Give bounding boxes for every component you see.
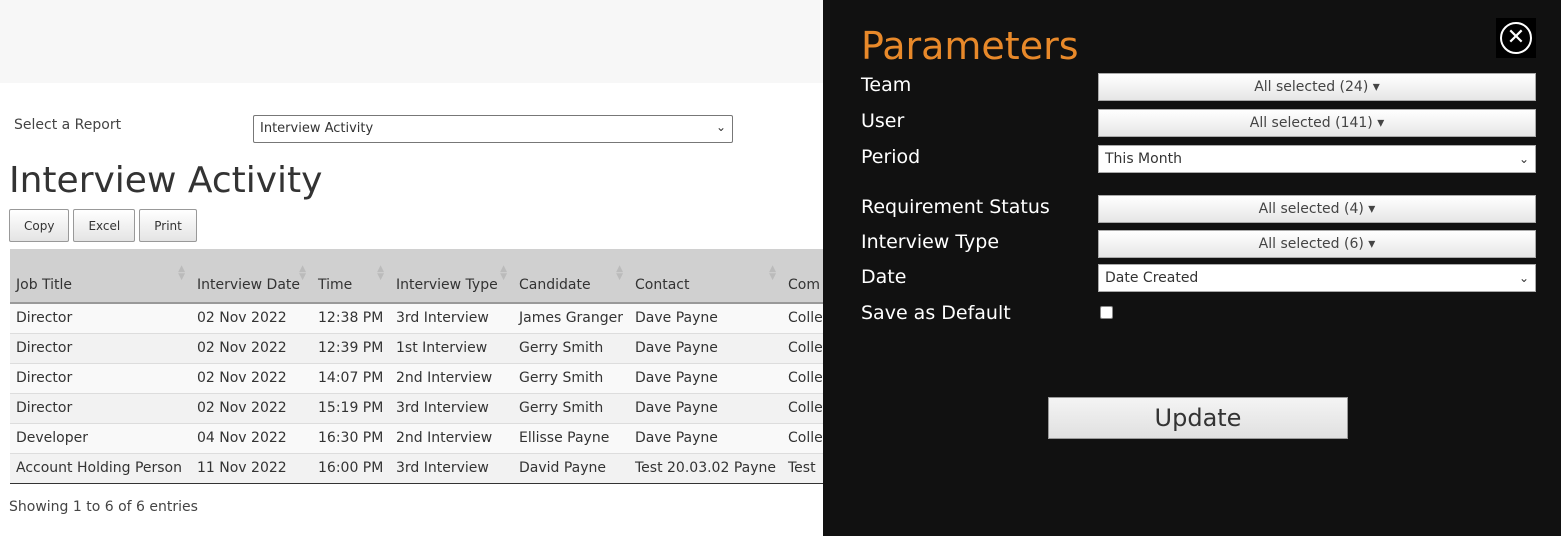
table-cell: 02 Nov 2022 [191, 362, 312, 393]
parameters-panel: Parameters ✕ Team All selected (24) ▾ Us… [823, 0, 1561, 536]
user-label: User [861, 110, 905, 132]
table-cell: 04 Nov 2022 [191, 422, 312, 453]
table-row: Director 02 Nov 2022 14:07 PM 2nd Interview… [10, 362, 840, 393]
sort-icon: ▲ ▼ [299, 264, 306, 282]
sort-icon: ▲ ▼ [616, 264, 623, 282]
table-cell: 02 Nov 2022 [191, 332, 312, 363]
save-default-checkbox[interactable] [1100, 306, 1113, 319]
date-select[interactable]: Date Created ⌄ [1098, 264, 1536, 292]
sort-icon: ▲ ▼ [178, 264, 185, 282]
table-cell: 02 Nov 2022 [191, 302, 312, 333]
interview-type-label: Interview Type [861, 231, 1000, 253]
table-cell: Dave Payne [629, 362, 782, 393]
report-select-value: Interview Activity [260, 121, 374, 136]
interview-table: Job Title ▲ ▼ Interview Date ▲ ▼ Time ▲ ▼ Inte… [10, 249, 840, 484]
table-cell: 3rd Interview [390, 392, 513, 423]
table-cell: Ellisse Payne [513, 422, 629, 453]
table-row: Director 02 Nov 2022 12:38 PM 3rd Interview… [10, 302, 840, 333]
sort-icon: ▲ ▼ [769, 264, 776, 282]
table-cell: Director [10, 302, 191, 333]
print-button[interactable]: Print [139, 209, 197, 242]
interview-type-multiselect[interactable]: All selected (6) ▾ [1098, 230, 1536, 258]
column-header-candidate[interactable]: Candidate ▲ ▼ [513, 249, 629, 304]
close-button[interactable]: ✕ [1496, 18, 1536, 58]
close-icon: ✕ [1500, 22, 1532, 54]
table-row: Account Holding Person 11 Nov 2022 16:00 P… [10, 452, 840, 484]
chevron-down-icon: ⌄ [1518, 152, 1529, 166]
chevron-down-icon: ⌄ [715, 120, 726, 134]
table-cell: James Granger [513, 302, 629, 333]
table-cell: Dave Payne [629, 332, 782, 363]
table-row: Developer 04 Nov 2022 16:30 PM 2nd Intervie… [10, 422, 840, 453]
table-cell: Gerry Smith [513, 332, 629, 363]
table-cell: 12:39 PM [312, 332, 390, 363]
table-cell: 2nd Interview [390, 422, 513, 453]
table-cell: 12:38 PM [312, 302, 390, 333]
date-label: Date [861, 266, 907, 288]
table-cell: 14:07 PM [312, 362, 390, 393]
column-header-contact[interactable]: Contact ▲ ▼ [629, 249, 782, 304]
table-cell: 15:19 PM [312, 392, 390, 423]
column-header-time[interactable]: Time ▲ ▼ [312, 249, 390, 304]
update-button[interactable]: Update [1048, 397, 1348, 439]
column-header-job-title[interactable]: Job Title ▲ ▼ [10, 249, 191, 304]
table-row: Director 02 Nov 2022 12:39 PM 1st Interview… [10, 332, 840, 363]
period-select[interactable]: This Month ⌄ [1098, 145, 1536, 173]
sort-icon: ▲ ▼ [377, 264, 384, 282]
table-cell: 3rd Interview [390, 452, 513, 484]
requirement-status-label: Requirement Status [861, 196, 1050, 218]
table-cell: Test 20.03.02 Payne [629, 452, 782, 484]
table-cell: 1st Interview [390, 332, 513, 363]
user-multiselect[interactable]: All selected (141) ▾ [1098, 109, 1536, 137]
requirement-status-multiselect[interactable]: All selected (4) ▾ [1098, 195, 1536, 223]
table-cell: 2nd Interview [390, 362, 513, 393]
table-info: Showing 1 to 6 of 6 entries [9, 499, 198, 515]
excel-button[interactable]: Excel [73, 209, 136, 242]
save-default-label: Save as Default [861, 302, 1011, 324]
table-cell: Dave Payne [629, 302, 782, 333]
table-cell: 16:00 PM [312, 452, 390, 484]
table-cell: Developer [10, 422, 191, 453]
column-header-interview-date[interactable]: Interview Date ▲ ▼ [191, 249, 312, 304]
copy-button[interactable]: Copy [9, 209, 70, 242]
table-cell: Director [10, 392, 191, 423]
report-select[interactable]: Interview Activity ⌄ [253, 115, 733, 143]
table-cell: Gerry Smith [513, 362, 629, 393]
table-cell: Director [10, 332, 191, 363]
table-cell: Account Holding Person [10, 452, 191, 484]
table-cell: Dave Payne [629, 422, 782, 453]
column-header-interview-type[interactable]: Interview Type ▲ ▼ [390, 249, 513, 304]
table-cell: 3rd Interview [390, 302, 513, 333]
table-cell: Dave Payne [629, 392, 782, 423]
chevron-down-icon: ⌄ [1518, 271, 1529, 285]
table-cell: 16:30 PM [312, 422, 390, 453]
table-cell: David Payne [513, 452, 629, 484]
period-label: Period [861, 146, 921, 168]
sort-icon: ▲ ▼ [500, 264, 507, 282]
page-title: Interview Activity [9, 160, 323, 201]
team-label: Team [861, 74, 912, 96]
table-cell: Gerry Smith [513, 392, 629, 423]
table-row: Director 02 Nov 2022 15:19 PM 3rd Interview… [10, 392, 840, 423]
team-multiselect[interactable]: All selected (24) ▾ [1098, 73, 1536, 101]
top-banner [0, 0, 823, 83]
select-report-label: Select a Report [14, 117, 122, 133]
table-cell: 02 Nov 2022 [191, 392, 312, 423]
panel-title: Parameters [861, 24, 1079, 68]
table-cell: Director [10, 362, 191, 393]
table-cell: 11 Nov 2022 [191, 452, 312, 484]
